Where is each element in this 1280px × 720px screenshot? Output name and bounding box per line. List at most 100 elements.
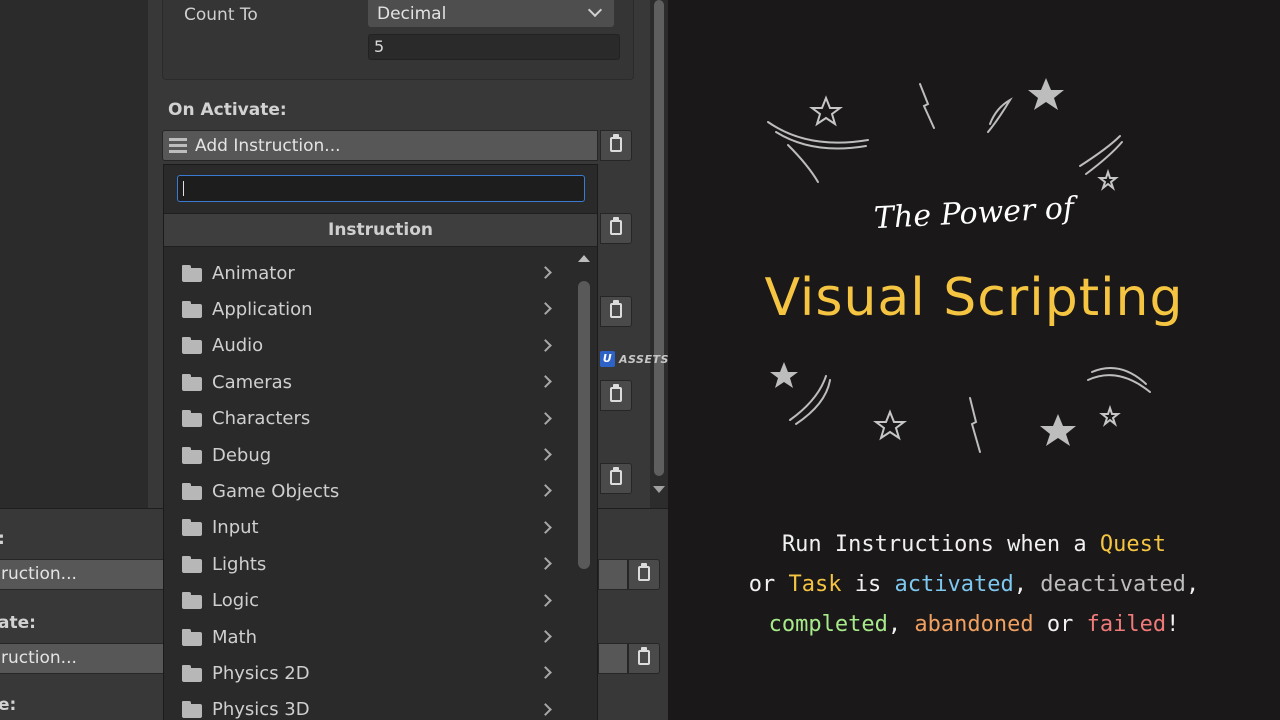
lightning-icon	[969, 397, 981, 453]
hierarchy-pane	[0, 0, 149, 508]
star-filled-icon	[1028, 78, 1064, 110]
promo-line-3: completed, abandoned or failed!	[708, 605, 1240, 645]
chevron-right-icon	[539, 266, 552, 279]
swoosh-icon	[767, 121, 869, 144]
inspector-scrollbar[interactable]	[650, 0, 668, 508]
add-instruction-label: Add Instruction...	[195, 135, 341, 156]
scrollbar-thumb[interactable]	[578, 281, 590, 569]
instruction-category-list: Animator Application Audio Cameras Chara…	[164, 255, 572, 720]
promo-text-run: ,	[1185, 572, 1200, 597]
swoosh-icon	[787, 144, 819, 183]
promo-keyword-completed: completed	[768, 612, 888, 637]
promo-keyword-activated: activated	[894, 572, 1014, 597]
paste-button[interactable]	[600, 463, 632, 494]
scrollbar-thumb[interactable]	[654, 0, 664, 476]
scroll-up-arrow-icon[interactable]	[578, 255, 590, 262]
folder-icon	[182, 701, 202, 719]
add-instruction-button[interactable]: Add Instruction...	[162, 130, 598, 161]
list-item[interactable]: Animator	[164, 255, 572, 291]
list-item[interactable]: Game Objects	[164, 473, 572, 509]
chevron-right-icon	[539, 702, 552, 716]
list-item[interactable]: Characters	[164, 401, 572, 437]
promo-title: Visual Scripting	[764, 268, 1184, 328]
hamburger-icon	[169, 135, 187, 156]
chevron-right-icon	[539, 484, 552, 498]
list-item[interactable]: Math	[164, 619, 572, 655]
promo-keyword-abandoned: abandoned	[914, 612, 1034, 637]
paste-button[interactable]	[600, 213, 632, 244]
promo-line-1: Run Instructions when a Quest	[708, 525, 1240, 565]
promo-keyword-quest: Quest	[1099, 532, 1167, 557]
paste-button[interactable]	[600, 380, 632, 411]
list-item[interactable]: Physics 2D	[164, 655, 572, 691]
folder-icon	[182, 337, 202, 355]
list-item[interactable]: Lights	[164, 546, 572, 582]
folder-icon	[182, 483, 202, 501]
list-item[interactable]: Physics 3D	[164, 692, 572, 720]
swoosh-icon	[795, 379, 831, 425]
count-to-type-dropdown[interactable]: Decimal	[368, 0, 614, 27]
uassets-watermark: U ASSETS	[600, 351, 668, 367]
promo-text-run: Run Instructions when a	[781, 532, 1100, 557]
list-item[interactable]: Input	[164, 510, 572, 546]
list-item-label: Debug	[212, 444, 272, 466]
clipboard-icon	[610, 300, 622, 318]
popup-scrollbar[interactable]	[572, 255, 598, 720]
folder-icon	[182, 264, 202, 282]
folder-icon	[182, 555, 202, 573]
promo-panel: The Power of Visual Scripting Run Instru…	[668, 0, 1280, 720]
chevron-right-icon	[539, 593, 552, 607]
chevron-right-icon	[539, 630, 552, 643]
folder-icon	[182, 301, 202, 319]
folder-icon	[182, 446, 202, 464]
folder-icon	[182, 664, 202, 682]
count-to-value-field[interactable]: 5	[368, 34, 620, 60]
editor-panel: Count To Decimal 5 On Activate: Add Inst…	[0, 0, 668, 720]
list-item-label: Logic	[212, 590, 260, 612]
chevron-right-icon	[539, 666, 552, 680]
add-instruction-button[interactable]: ruction...	[0, 643, 164, 674]
on-activate-label: On Activate:	[168, 100, 287, 120]
list-item-label: Lights	[212, 553, 267, 575]
lower-label: ate:	[0, 613, 36, 633]
add-instruction-button-end[interactable]	[598, 643, 628, 674]
promo-line-2: or Task is activated, deactivated,	[708, 565, 1240, 605]
clipboard-icon	[638, 647, 650, 665]
list-item-label: Characters	[212, 408, 311, 430]
paste-button[interactable]	[628, 643, 660, 674]
folder-icon	[182, 628, 202, 646]
star-outline-icon	[1097, 168, 1119, 191]
chevron-right-icon	[539, 338, 552, 352]
count-to-type-value: Decimal	[377, 3, 447, 24]
list-item[interactable]: Audio	[164, 328, 572, 364]
star-outline-icon	[809, 95, 843, 127]
list-item[interactable]: Debug	[164, 437, 572, 473]
paste-button[interactable]	[600, 130, 632, 161]
folder-icon	[182, 592, 202, 610]
promo-text-run: or	[748, 572, 789, 597]
list-item[interactable]: Logic	[164, 583, 572, 619]
star-filled-icon	[1040, 414, 1076, 446]
promo-keyword-deactivated: deactivated	[1040, 572, 1186, 597]
text-caret	[183, 181, 184, 196]
add-instruction-button[interactable]: ruction...	[0, 559, 164, 590]
search-input[interactable]	[177, 175, 585, 202]
chevron-right-icon	[539, 520, 552, 534]
clipboard-icon	[638, 563, 650, 581]
chevron-right-icon	[539, 302, 552, 316]
scroll-down-arrow-icon[interactable]	[653, 486, 665, 493]
chevron-right-icon	[539, 375, 552, 389]
paste-button[interactable]	[628, 559, 660, 590]
promo-text-run: or	[1033, 612, 1087, 637]
folder-icon	[182, 373, 202, 391]
list-item[interactable]: Application	[164, 291, 572, 327]
list-item[interactable]: Cameras	[164, 364, 572, 400]
count-to-label: Count To	[184, 5, 258, 25]
list-item-label: Application	[212, 299, 313, 321]
swoosh-icon	[789, 375, 827, 421]
add-instruction-button-end[interactable]	[598, 559, 628, 590]
star-outline-icon	[1099, 404, 1121, 427]
clipboard-icon	[610, 217, 622, 235]
paste-button[interactable]	[600, 296, 632, 327]
promo-text-run: ,	[1013, 572, 1041, 597]
